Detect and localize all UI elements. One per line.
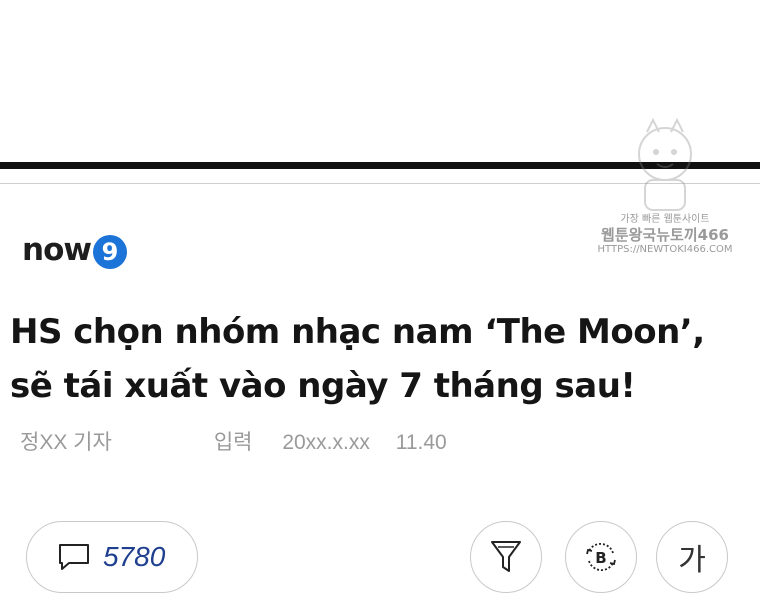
- comment-button[interactable]: 5780: [26, 521, 198, 593]
- input-label: 입력: [213, 431, 253, 454]
- refresh-b-icon: B: [586, 542, 616, 572]
- watermark: 가장 빠른 웹툰사이트 웹툰왕국뉴토끼466 HTTPS://NEWTOKI46…: [596, 117, 734, 284]
- comment-count: 5780: [103, 541, 166, 572]
- brand-logo[interactable]: now 9: [22, 232, 128, 269]
- watermark-line3: HTTPS://NEWTOKI466.COM: [597, 244, 733, 255]
- watermark-line1: 가장 빠른 웹툰사이트: [620, 214, 710, 225]
- brand-name: now: [22, 232, 92, 268]
- headline-line1: HS chọn nhóm nhạc nam ‘The Moon’,: [10, 312, 705, 352]
- watermark-line2: 웹툰왕국뉴토끼466: [601, 226, 729, 244]
- font-size-label: 가: [678, 544, 706, 577]
- filter-funnel-icon: [491, 541, 521, 572]
- svg-text:B: B: [595, 549, 606, 567]
- article-headline: HS chọn nhóm nhạc nam ‘The Moon’, sẽ tái…: [10, 305, 755, 413]
- byline: 정XX 기자 입력 20xx.x.xx 11.40: [20, 426, 447, 456]
- comment-bubble-icon: [59, 544, 89, 570]
- reporter-name: 정XX 기자: [20, 431, 112, 454]
- filter-button[interactable]: [470, 521, 542, 593]
- reload-button[interactable]: B: [565, 521, 637, 593]
- headline-line2: sẽ tái xuất vào ngày 7 tháng sau!: [10, 366, 636, 406]
- brand-badge: 9: [93, 235, 128, 269]
- font-size-button[interactable]: 가: [656, 521, 728, 593]
- publish-time: 11.40: [395, 431, 447, 454]
- mascot-watermark-icon: [638, 117, 692, 211]
- publish-date: 20xx.x.xx: [282, 431, 370, 454]
